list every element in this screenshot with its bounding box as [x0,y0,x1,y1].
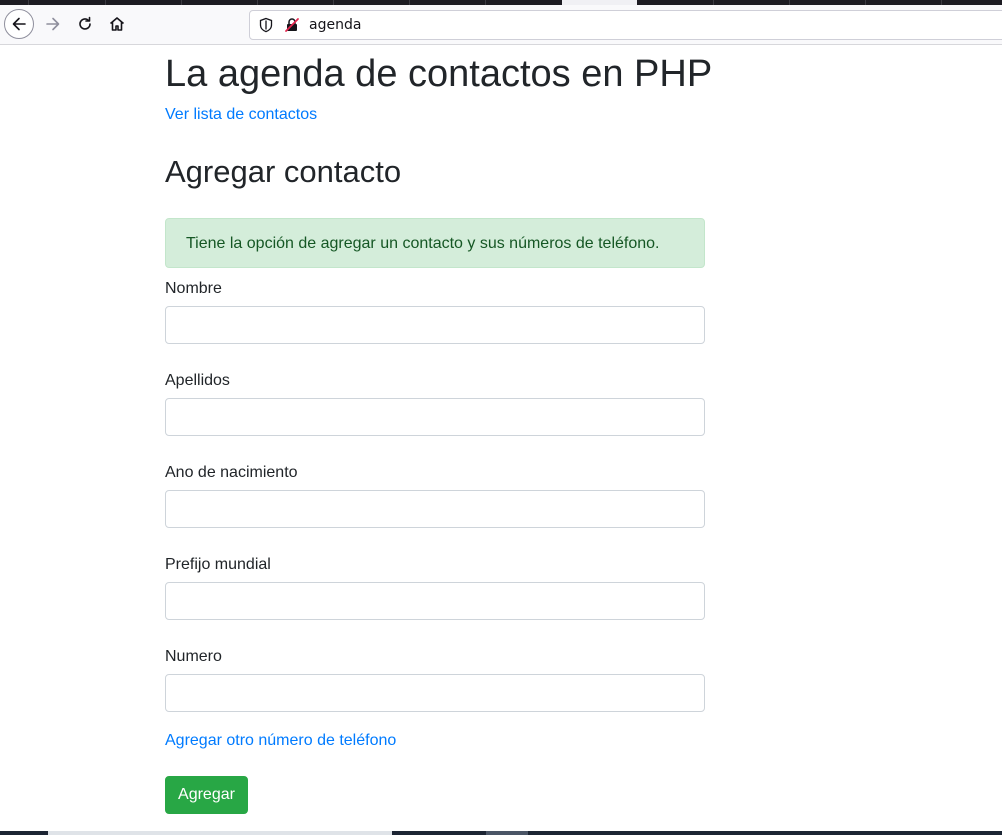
surname-label: Apellidos [165,372,230,389]
phone-number-label: Numero [165,648,222,665]
section-title: Agregar contacto [165,154,402,189]
birth-year-label: Ano de nacimiento [165,464,298,481]
birth-year-input[interactable] [165,490,705,528]
country-prefix-label: Prefijo mundial [165,556,271,573]
submit-button[interactable]: Agregar [165,776,248,814]
name-label: Nombre [165,280,222,297]
address-bar[interactable]: agenda [249,10,1002,40]
forward-button[interactable] [38,9,68,39]
taskbar [0,831,1002,835]
info-alert: Tiene la opción de agregar un contacto y… [165,218,705,268]
url-text[interactable]: agenda [309,17,361,33]
reload-button[interactable] [70,9,100,39]
add-phone-link[interactable]: Agregar otro número de teléfono [165,732,396,750]
arrow-right-icon [46,17,60,31]
alert-text: Tiene la opción de agregar un contacto y… [186,235,660,252]
browser-toolbar: agenda [0,5,1002,45]
insecure-connection-icon[interactable] [284,17,300,38]
view-contacts-link[interactable]: Ver lista de contactos [165,106,317,124]
page-title: La agenda de contactos en PHP [165,53,713,95]
reload-icon [79,16,91,30]
name-input[interactable] [165,306,705,344]
country-prefix-input[interactable] [165,582,705,620]
taskbar-segment [48,831,392,835]
arrow-left-icon [12,17,26,31]
taskbar-segment [486,831,528,835]
phone-number-input[interactable] [165,674,705,712]
back-button[interactable] [4,9,34,39]
shield-icon[interactable] [258,17,274,38]
surname-input[interactable] [165,398,705,436]
home-button[interactable] [102,9,132,39]
home-icon [109,17,125,31]
